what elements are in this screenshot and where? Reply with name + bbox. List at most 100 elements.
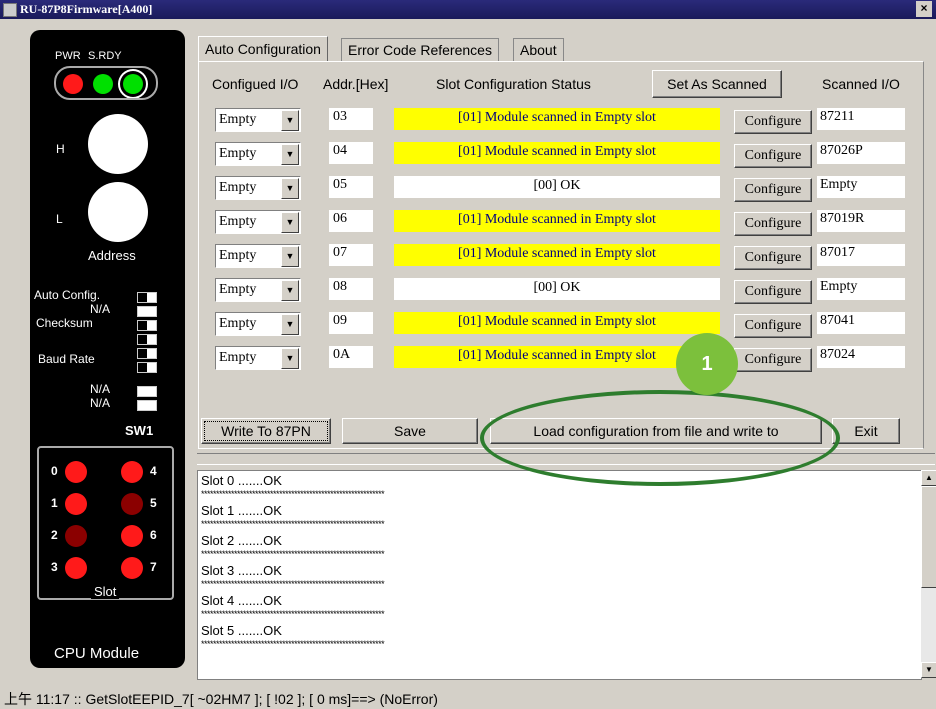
configured-io-select[interactable]: Empty ▼ (215, 108, 301, 132)
address-field[interactable]: 07 (329, 244, 373, 266)
chevron-down-icon[interactable]: ▼ (281, 144, 299, 165)
configured-io-select[interactable]: Empty ▼ (215, 244, 301, 268)
chevron-down-icon[interactable]: ▼ (281, 178, 299, 199)
configured-io-select[interactable]: Empty ▼ (215, 346, 301, 370)
configured-io-value: Empty (219, 146, 257, 161)
address-field[interactable]: 0A (329, 346, 373, 368)
dip-switch-1[interactable] (137, 292, 157, 303)
dip-label-na-3: N/A (90, 396, 111, 410)
header-scanned-io: Scanned I/O (822, 76, 900, 92)
log-line: Slot 5 .......OK (201, 623, 282, 638)
slot-status: [01] Module scanned in Empty slot (394, 244, 720, 266)
tab-auto-configuration[interactable]: Auto Configuration (198, 36, 328, 61)
scanned-io-field[interactable]: 87017 (817, 244, 905, 266)
dip-label-na-1: N/A (90, 302, 111, 316)
configured-io-select[interactable]: Empty ▼ (215, 176, 301, 200)
scanned-io-field[interactable]: Empty (817, 278, 905, 300)
configure-button[interactable]: Configure (734, 110, 812, 134)
log-separator: ****************************************… (201, 639, 385, 649)
slot-led-group: 0 4 1 5 2 6 3 7 Slot (37, 446, 174, 600)
chevron-down-icon[interactable]: ▼ (281, 246, 299, 267)
chevron-down-icon[interactable]: ▼ (281, 212, 299, 233)
log-separator: ****************************************… (201, 579, 385, 589)
tab-about[interactable]: About (513, 38, 564, 61)
log-separator: ****************************************… (201, 489, 385, 499)
slot-label: Slot (91, 584, 120, 599)
slot-led-2 (65, 525, 87, 547)
configured-io-value: Empty (219, 180, 257, 195)
log-line: Slot 4 .......OK (201, 593, 282, 608)
log-scrollbar[interactable]: ▲ ▼ (921, 470, 936, 678)
scroll-up-icon[interactable]: ▲ (921, 470, 936, 486)
log-output[interactable]: Slot 0 .......OK ************************… (197, 470, 922, 680)
configure-button[interactable]: Configure (734, 144, 812, 168)
address-field[interactable]: 03 (329, 108, 373, 130)
srdy-label: S.RDY (88, 50, 122, 62)
dip-switch-7[interactable] (137, 386, 157, 397)
configure-button[interactable]: Configure (734, 212, 812, 236)
address-field[interactable]: 09 (329, 312, 373, 334)
save-button[interactable]: Save (342, 418, 478, 444)
rotary-switch-l[interactable] (88, 182, 148, 242)
slot-led-7 (121, 557, 143, 579)
step-badge: 1 (676, 333, 738, 395)
configure-button[interactable]: Configure (734, 178, 812, 202)
slot-status: [01] Module scanned in Empty slot (394, 346, 720, 368)
configured-io-select[interactable]: Empty ▼ (215, 142, 301, 166)
log-separator: ****************************************… (201, 609, 385, 619)
status-bar-text: 上午 11:17 :: GetSlotEEPID_7[ ~02HM7 ]; [ … (4, 691, 438, 707)
address-field[interactable]: 05 (329, 176, 373, 198)
dip-switch-4[interactable] (137, 334, 157, 345)
address-field[interactable]: 06 (329, 210, 373, 232)
title-bar: RU-87P8Firmware[A400] × (0, 0, 936, 19)
slot-status: [00] OK (394, 176, 720, 198)
chevron-down-icon[interactable]: ▼ (281, 314, 299, 335)
write-to-87pn-button[interactable]: Write To 87PN (201, 418, 331, 444)
slot-led-3 (65, 557, 87, 579)
configure-button[interactable]: Configure (734, 348, 812, 372)
close-button[interactable]: × (916, 1, 932, 17)
dip-switch-2[interactable] (137, 306, 157, 317)
tab-error-code-references[interactable]: Error Code References (341, 38, 499, 61)
scanned-io-field[interactable]: Empty (817, 176, 905, 198)
exit-button[interactable]: Exit (832, 418, 900, 444)
header-status: Slot Configuration Status (436, 76, 591, 92)
scanned-io-field[interactable]: 87024 (817, 346, 905, 368)
configured-io-value: Empty (219, 214, 257, 229)
dip-switch-5[interactable] (137, 348, 157, 359)
window-title: RU-87P8Firmware[A400] (20, 2, 153, 16)
slot-number-0: 0 (51, 464, 58, 478)
dip-label-baud-rate: Baud Rate (38, 352, 95, 366)
log-line: Slot 0 .......OK (201, 473, 282, 488)
configure-button[interactable]: Configure (734, 246, 812, 270)
configured-io-value: Empty (219, 248, 257, 263)
set-as-scanned-button[interactable]: Set As Scanned (652, 70, 782, 98)
dip-switch-3[interactable] (137, 320, 157, 331)
l-label: L (56, 212, 63, 226)
dip-switch-8[interactable] (137, 400, 157, 411)
chevron-down-icon[interactable]: ▼ (281, 348, 299, 369)
configured-io-select[interactable]: Empty ▼ (215, 210, 301, 234)
scroll-down-icon[interactable]: ▼ (921, 662, 936, 678)
chevron-down-icon[interactable]: ▼ (281, 110, 299, 131)
scanned-io-field[interactable]: 87026P (817, 142, 905, 164)
dip-label-na-2: N/A (90, 382, 111, 396)
configured-io-select[interactable]: Empty ▼ (215, 278, 301, 302)
slot-number-2: 2 (51, 528, 58, 542)
chevron-down-icon[interactable]: ▼ (281, 280, 299, 301)
configure-button[interactable]: Configure (734, 280, 812, 304)
header-configured-io: Configued I/O (212, 76, 299, 92)
address-field[interactable]: 04 (329, 142, 373, 164)
dip-switch-6[interactable] (137, 362, 157, 373)
scanned-io-field[interactable]: 87041 (817, 312, 905, 334)
slot-status: [00] OK (394, 278, 720, 300)
configured-io-select[interactable]: Empty ▼ (215, 312, 301, 336)
configure-button[interactable]: Configure (734, 314, 812, 338)
log-separator: ****************************************… (201, 549, 385, 559)
scanned-io-field[interactable]: 87019R (817, 210, 905, 232)
scroll-thumb[interactable] (921, 486, 936, 588)
dip-label-auto-config: Auto Config. (34, 288, 101, 302)
address-field[interactable]: 08 (329, 278, 373, 300)
rotary-switch-h[interactable] (88, 114, 148, 174)
scanned-io-field[interactable]: 87211 (817, 108, 905, 130)
